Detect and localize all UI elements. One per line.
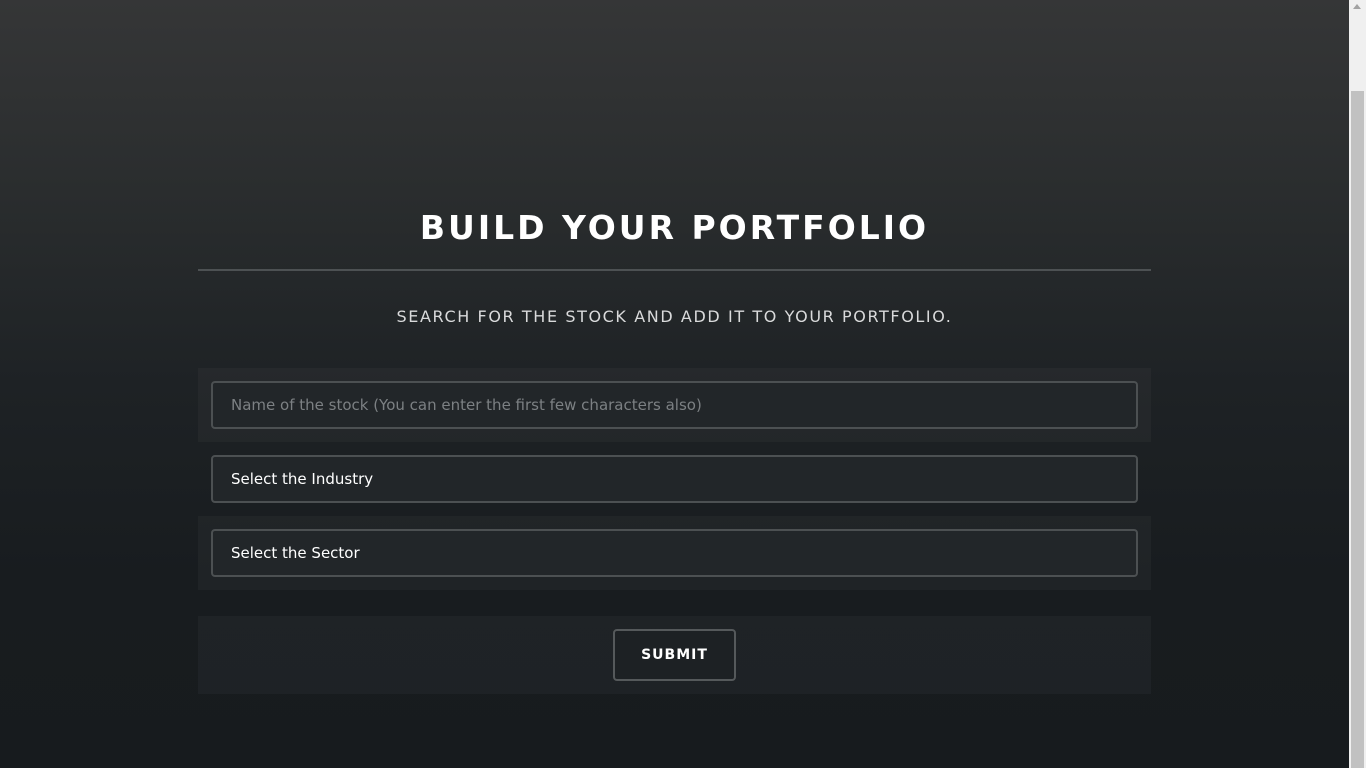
submit-button[interactable]: SUBMIT (613, 629, 736, 681)
scrollbar-thumb[interactable] (1351, 91, 1364, 768)
stock-name-input[interactable]: Name of the stock (You can enter the fir… (211, 381, 1138, 429)
title-divider (198, 269, 1151, 271)
sector-select[interactable]: Select the Sector (211, 529, 1138, 577)
portfolio-page: BUILD YOUR PORTFOLIO SEARCH FOR THE STOC… (0, 0, 1349, 768)
scroll-up-arrow-icon[interactable] (1353, 4, 1361, 9)
page-title: BUILD YOUR PORTFOLIO (419, 208, 930, 247)
industry-select[interactable]: Select the Industry (211, 455, 1138, 503)
vertical-scrollbar[interactable] (1349, 0, 1366, 768)
page-subtitle: SEARCH FOR THE STOCK AND ADD IT TO YOUR … (396, 307, 953, 326)
